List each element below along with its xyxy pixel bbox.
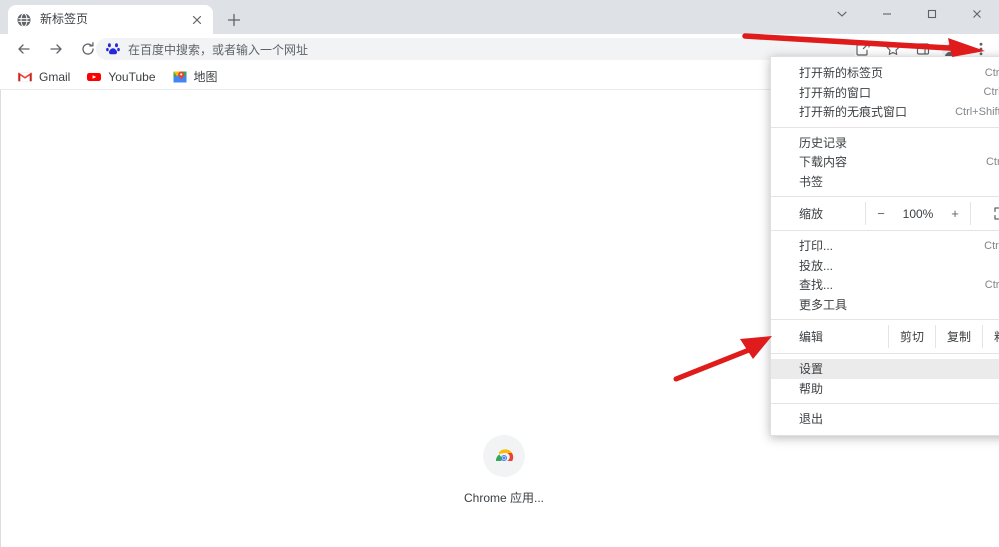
- youtube-icon: [86, 69, 102, 85]
- edit-label: 编辑: [799, 330, 824, 344]
- menu-item-label: 更多工具: [799, 297, 848, 312]
- bookmark-label: 地图: [193, 70, 218, 84]
- tab-title: 新标签页: [40, 12, 89, 26]
- menu-separator: [771, 403, 999, 404]
- bookmark-maps[interactable]: 地图: [165, 66, 225, 88]
- fullscreen-icon[interactable]: [971, 207, 999, 220]
- shortcut-label: Chrome 应用...: [463, 491, 545, 505]
- menu-item-print[interactable]: 打印... Ctrl+P: [771, 236, 999, 256]
- forward-icon[interactable]: [42, 35, 70, 63]
- menu-item-label: 打印...: [799, 239, 834, 254]
- address-bar-text: 在百度中搜索，或者输入一个网址: [128, 42, 309, 57]
- menu-item-downloads[interactable]: 下载内容 Ctrl+J: [771, 152, 999, 172]
- menu-separator: [771, 196, 999, 197]
- browser-window: 新标签页 在百度中搜索，或者输入一个网址 Gmail YouTube 地图 Ch…: [0, 0, 999, 547]
- baidu-icon: [106, 42, 120, 56]
- minimize-icon[interactable]: [864, 0, 909, 28]
- zoom-label: 缩放: [799, 207, 824, 221]
- chrome-main-menu: 打开新的标签页 Ctrl+T 打开新的窗口 Ctrl+N 打开新的无痕式窗口 C…: [770, 56, 999, 436]
- paste-button[interactable]: 粘贴: [983, 328, 999, 345]
- zoom-out-button[interactable]: −: [866, 206, 896, 221]
- menu-item-label: 下载内容: [799, 155, 848, 170]
- menu-separator: [771, 126, 999, 128]
- menu-item-accelerator: Ctrl+Shift+N: [955, 105, 999, 118]
- menu-item-label: 查找...: [799, 278, 834, 293]
- menu-item-history[interactable]: 历史记录 ▶: [771, 133, 999, 153]
- menu-item-accelerator: Ctrl+F: [984, 278, 999, 291]
- bookmark-youtube[interactable]: YouTube: [79, 66, 162, 88]
- menu-item-new-tab[interactable]: 打开新的标签页 Ctrl+T: [771, 63, 999, 83]
- menu-item-new-incognito-window[interactable]: 打开新的无痕式窗口 Ctrl+Shift+N: [771, 102, 999, 122]
- menu-item-label: 帮助: [799, 381, 824, 396]
- zoom-in-button[interactable]: +: [940, 206, 970, 221]
- menu-item-label: 打开新的无痕式窗口: [799, 105, 908, 120]
- chevron-down-icon[interactable]: [819, 0, 864, 28]
- gmail-icon: [17, 69, 33, 85]
- menu-separator: [771, 319, 999, 320]
- chrome-apps-icon: [483, 435, 525, 477]
- menu-item-exit[interactable]: 退出: [771, 409, 999, 429]
- menu-item-label: 退出: [799, 412, 824, 427]
- menu-item-new-window[interactable]: 打开新的窗口 Ctrl+N: [771, 83, 999, 103]
- bookmark-label: YouTube: [108, 69, 156, 84]
- menu-item-label: 打开新的标签页: [799, 66, 884, 81]
- maximize-icon[interactable]: [909, 0, 954, 28]
- window-controls: [819, 0, 999, 28]
- menu-zoom-row: 缩放 − 100% +: [771, 202, 999, 225]
- tab-strip: 新标签页: [0, 0, 999, 34]
- menu-item-accelerator: Ctrl+N: [983, 86, 999, 99]
- close-window-icon[interactable]: [954, 0, 999, 28]
- menu-item-settings[interactable]: 设置: [771, 359, 999, 379]
- back-icon[interactable]: [10, 35, 38, 63]
- menu-item-label: 投放...: [799, 258, 834, 273]
- menu-item-cast[interactable]: 投放...: [771, 256, 999, 276]
- browser-tab[interactable]: 新标签页: [8, 5, 213, 34]
- menu-separator: [771, 230, 999, 231]
- shortcut-chrome-apps[interactable]: Chrome 应用...: [464, 435, 544, 506]
- zoom-value: 100%: [902, 206, 934, 221]
- address-bar[interactable]: 在百度中搜索，或者输入一个网址: [96, 38, 856, 60]
- menu-item-label: 书签: [799, 174, 824, 189]
- menu-item-find[interactable]: 查找... Ctrl+F: [771, 275, 999, 295]
- bookmark-label: Gmail: [39, 69, 71, 84]
- globe-icon: [16, 12, 32, 28]
- close-icon[interactable]: [189, 12, 205, 28]
- new-tab-button[interactable]: [222, 8, 246, 32]
- menu-item-accelerator: Ctrl+T: [984, 66, 999, 79]
- menu-item-label: 历史记录: [799, 135, 848, 150]
- menu-item-accelerator: Ctrl+P: [984, 239, 999, 252]
- menu-item-label: 设置: [799, 362, 824, 377]
- menu-item-help[interactable]: 帮助 ▶: [771, 379, 999, 399]
- menu-item-accelerator: Ctrl+J: [985, 155, 999, 168]
- bookmark-gmail[interactable]: Gmail: [10, 66, 77, 88]
- maps-icon: [172, 69, 188, 85]
- menu-item-more-tools[interactable]: 更多工具 ▶: [771, 295, 999, 315]
- cut-button[interactable]: 剪切: [889, 328, 935, 345]
- menu-edit-row: 编辑 剪切 复制 粘贴: [771, 325, 999, 348]
- menu-item-bookmarks[interactable]: 书签 ▶: [771, 172, 999, 192]
- menu-separator: [771, 353, 999, 354]
- copy-button[interactable]: 复制: [936, 328, 982, 345]
- menu-item-label: 打开新的窗口: [799, 85, 872, 100]
